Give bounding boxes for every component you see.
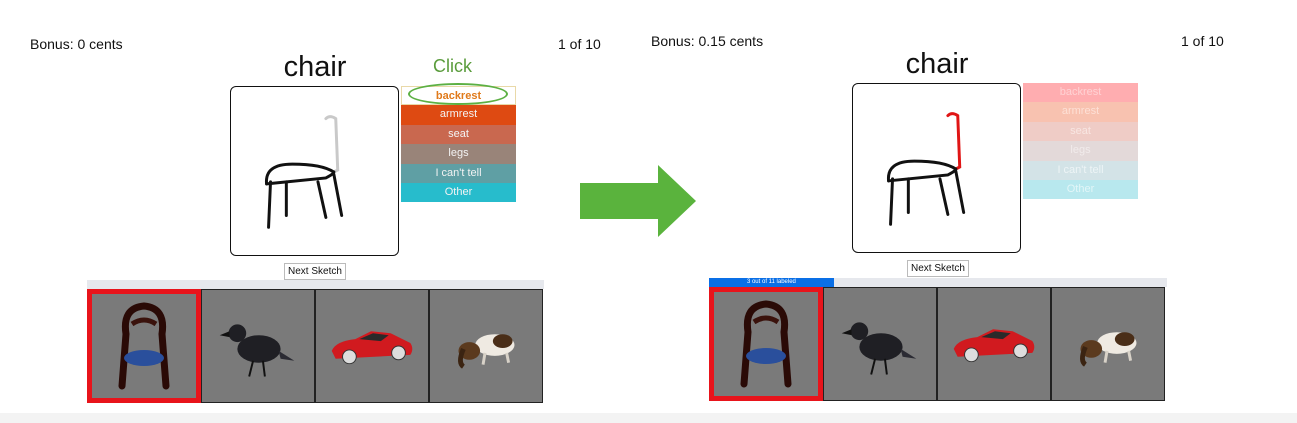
bonus-label: Bonus: 0 cents [30,36,123,52]
part-option-seat[interactable]: seat [1023,121,1138,142]
part-option-legs[interactable]: legs [1023,141,1138,161]
car-render-icon [331,331,413,365]
part-option-other[interactable]: Other [401,182,516,203]
sketch-canvas[interactable] [230,86,399,256]
part-option-backrest[interactable]: backrest [1023,83,1138,103]
chair-render-icon [740,300,792,388]
car-render-icon [953,329,1035,363]
dog-render-icon [458,334,515,369]
page-footer-strip [0,413,1297,423]
click-highlight-oval [408,83,508,105]
sketch-counter: 1 of 10 [1181,33,1224,49]
sketch-canvas[interactable] [852,83,1021,253]
gallery-thumb-car[interactable] [937,287,1051,401]
part-option-other[interactable]: Other [1023,179,1138,200]
reference-gallery [709,287,1165,403]
progress-track: 3 out of 11 labeled [709,278,1167,287]
chair-render-icon [118,302,170,390]
part-menu: backrest armrest seat legs I can't tell Other [1023,83,1138,200]
part-option-seat[interactable]: seat [401,124,516,145]
progress-fill: 3 out of 11 labeled [709,278,834,287]
gallery-thumb-crow[interactable] [823,287,937,401]
next-sketch-button[interactable]: Next Sketch [907,260,969,277]
chair-sketch-icon [265,115,344,229]
click-hint: Click [433,56,472,76]
gallery-thumb-crow[interactable] [201,289,315,403]
gallery-thumb-dog[interactable] [1051,287,1165,401]
next-sketch-button[interactable]: Next Sketch [284,263,346,280]
dog-render-icon [1080,332,1137,367]
left-panel: Bonus: 0 cents 1 of 10 chair Click backr… [0,0,640,423]
gallery-thumb-dog[interactable] [429,289,543,403]
part-option-armrest[interactable]: armrest [401,105,516,125]
chair-sketch-icon [887,112,966,226]
part-option-legs[interactable]: legs [401,144,516,164]
reference-gallery [87,289,543,405]
gallery-thumb-chair[interactable] [709,287,823,401]
category-title: chair [283,51,347,83]
gallery-thumb-car[interactable] [315,289,429,403]
category-title: chair [905,48,969,80]
part-option-armrest[interactable]: armrest [1023,102,1138,122]
part-option-i-can-t-tell[interactable]: I can't tell [401,163,516,183]
right-panel: Bonus: 0.15 cents 1 of 10 chair backrest… [640,0,1297,423]
gallery-thumb-chair[interactable] [87,289,201,403]
crow-render-icon [219,324,295,377]
sketch-counter: 1 of 10 [558,36,601,52]
part-option-i-can-t-tell[interactable]: I can't tell [1023,160,1138,180]
bonus-label: Bonus: 0.15 cents [651,33,764,49]
crow-render-icon [841,322,917,375]
progress-track [87,280,544,289]
